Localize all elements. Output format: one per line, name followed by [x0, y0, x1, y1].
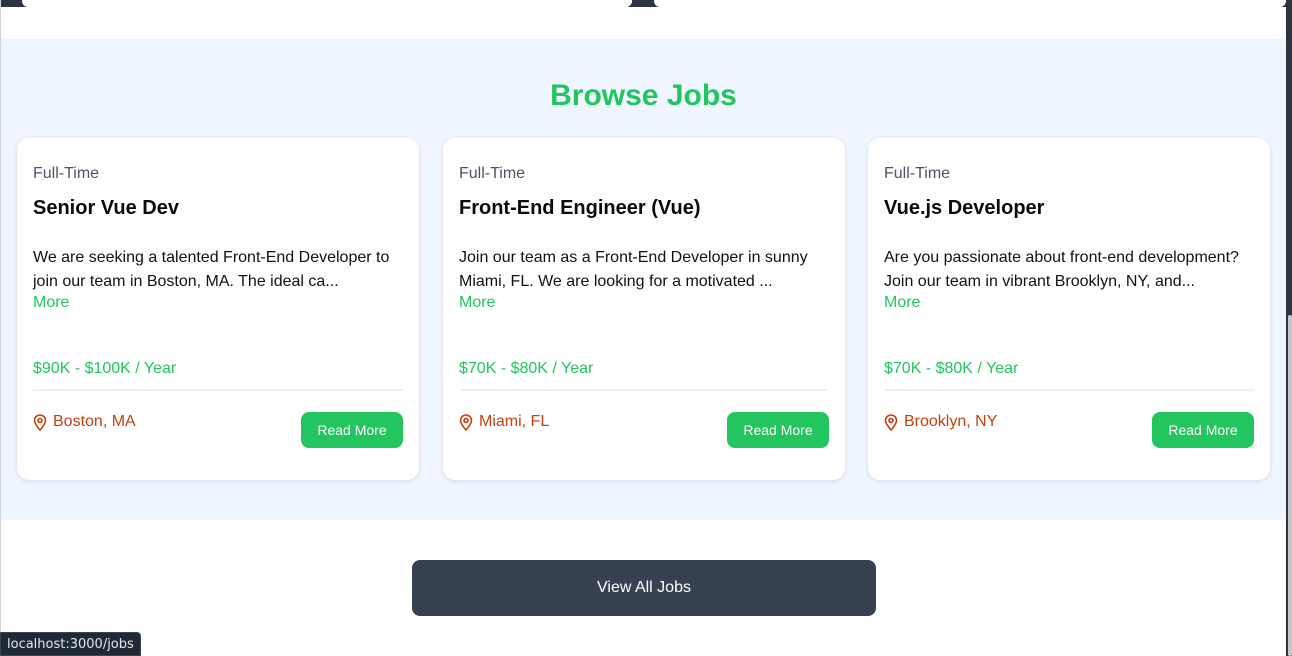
- link-status-url: localhost:3000/jobs: [0, 632, 141, 656]
- job-type: Full-Time: [459, 165, 526, 182]
- job-type: Full-Time: [884, 165, 951, 182]
- previous-section-edge: [0, 0, 1292, 7]
- more-link[interactable]: More: [884, 294, 920, 312]
- previous-card-bottom: [654, 0, 1286, 7]
- job-title: Front-End Engineer (Vue): [459, 197, 701, 219]
- card-divider: [459, 389, 829, 391]
- section-title: Browse Jobs: [550, 79, 737, 112]
- job-location: Boston, MA: [33, 413, 136, 431]
- job-location: Brooklyn, NY: [884, 413, 997, 431]
- job-type: Full-Time: [33, 165, 100, 182]
- card-divider: [33, 389, 403, 391]
- view-all-jobs-button[interactable]: View All Jobs: [412, 560, 876, 616]
- map-pin-icon: [884, 413, 898, 431]
- job-description: We are seeking a talented Front-End Deve…: [33, 249, 390, 290]
- more-link[interactable]: More: [33, 294, 69, 312]
- browse-jobs-section: Browse Jobs Full-Time Senior Vue Dev We …: [1, 38, 1286, 520]
- more-link[interactable]: More: [459, 294, 495, 312]
- scrollbar-thumb[interactable]: [1288, 315, 1292, 656]
- job-location-label: Boston, MA: [53, 413, 136, 430]
- job-card: Full-Time Senior Vue Dev We are seeking …: [17, 138, 419, 480]
- map-pin-icon: [459, 413, 473, 431]
- job-card: Full-Time Vue.js Developer Are you passi…: [868, 138, 1270, 480]
- read-more-button[interactable]: Read More: [1152, 412, 1254, 448]
- read-more-button[interactable]: Read More: [727, 412, 829, 448]
- read-more-button[interactable]: Read More: [301, 412, 403, 448]
- job-card: Full-Time Front-End Engineer (Vue) Join …: [443, 138, 845, 480]
- job-title: Vue.js Developer: [884, 197, 1045, 219]
- previous-card-bottom: [22, 0, 632, 7]
- map-pin-icon: [33, 413, 47, 431]
- card-divider: [884, 389, 1254, 391]
- job-location-label: Miami, FL: [479, 413, 550, 430]
- job-salary: $90K - $100K / Year: [33, 360, 177, 377]
- job-salary: $70K - $80K / Year: [884, 360, 1019, 377]
- job-description: Join our team as a Front-End Developer i…: [459, 249, 808, 290]
- job-location-label: Brooklyn, NY: [904, 413, 998, 430]
- job-location: Miami, FL: [459, 413, 549, 431]
- job-title: Senior Vue Dev: [33, 197, 179, 219]
- job-salary: $70K - $80K / Year: [459, 360, 594, 377]
- job-description: Are you passionate about front-end devel…: [884, 249, 1239, 290]
